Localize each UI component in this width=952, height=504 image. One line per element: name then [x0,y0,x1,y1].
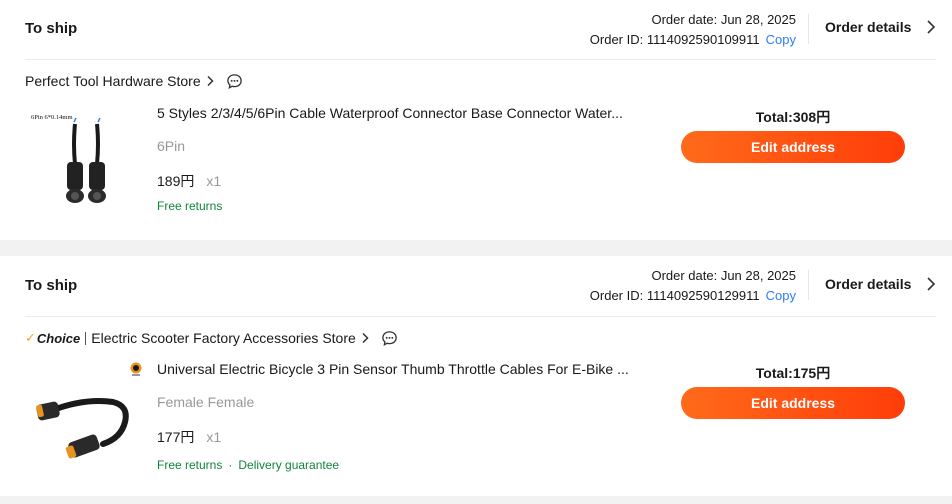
returns-badge: Free returns [157,199,223,213]
order-meta: Order date: Jun 28, 2025 Order ID: 11140… [590,266,796,306]
thumb-caption: 6Pin 6*0.14mm [31,114,73,121]
store-link[interactable]: ✓ Choice Electric Scooter Factory Accesso… [25,329,398,347]
order-id: Order ID: 1114092590129911 [589,288,760,303]
order-id: Order ID: 1114092590109911 [589,32,760,47]
product-quantity: x1 [206,429,222,445]
order-status: To ship [25,20,78,37]
price-row: 189円 x1 [157,171,221,191]
order-card: To ship Order date: Jun 28, 2025 Order I… [0,256,952,496]
order-status: To ship [25,277,78,294]
store-link[interactable]: Perfect Tool Hardware Store [25,72,243,90]
order-total: Total:308円 [755,109,831,125]
order-details-link[interactable]: Order details [825,276,939,292]
brand-logo-icon [130,362,142,376]
product-thumbnail[interactable] [25,360,140,475]
order-total: Total:175円 [755,365,831,381]
order-details-label: Order details [825,276,912,292]
product-price: 189円 [157,173,195,189]
store-name: Perfect Tool Hardware Store [25,73,201,89]
product-thumbnail[interactable]: 6Pin 6*0.14mm [25,104,140,219]
chevron-right-icon [927,20,936,34]
copy-order-id-button[interactable]: Copy [766,288,796,303]
store-name: Electric Scooter Factory Accessories Sto… [91,330,356,346]
divider [808,270,809,300]
separator-dot: · [228,458,233,472]
delivery-guarantee-label: Delivery guarantee [238,458,340,472]
product-variant: Female Female [157,394,255,410]
product-title-link[interactable]: 5 Styles 2/3/4/5/6Pin Cable Waterproof C… [157,105,637,121]
order-details-label: Order details [825,19,912,35]
product-variant: 6Pin [157,138,186,154]
check-icon: ✓ [25,330,36,345]
chevron-right-icon [207,75,214,87]
order-id-row: Order ID: 1114092590109911 Copy [590,30,796,50]
divider [25,316,936,317]
product-title-link[interactable]: Universal Electric Bicycle 3 Pin Sensor … [157,361,637,377]
divider [25,59,936,60]
chat-icon[interactable] [381,330,398,347]
order-id-row: Order ID: 1114092590129911 Copy [590,286,796,306]
returns-badge: Free returns · Delivery guarantee [157,458,339,472]
order-date: Order date: Jun 28, 2025 [651,12,796,27]
free-returns-label: Free returns [157,458,223,472]
order-details-link[interactable]: Order details [825,19,939,35]
order-date: Order date: Jun 28, 2025 [651,268,796,283]
chevron-right-icon [927,277,936,291]
choice-badge: ✓ Choice [25,330,80,346]
throttle-cable-image [25,360,140,475]
choice-label: Choice [36,330,81,346]
price-row: 177円 x1 [157,427,221,447]
order-meta: Order date: Jun 28, 2025 Order ID: 11140… [590,10,796,50]
product-price: 177円 [157,429,195,445]
edit-address-button[interactable]: Edit address [681,131,905,163]
product-quantity: x1 [206,173,222,189]
edit-address-button[interactable]: Edit address [681,387,905,419]
connector-cable-image: 6Pin 6*0.14mm [25,104,140,219]
copy-order-id-button[interactable]: Copy [766,32,796,47]
divider [85,331,87,345]
chevron-right-icon [362,332,369,344]
order-card: To ship Order date: Jun 28, 2025 Order I… [0,0,952,240]
chat-icon[interactable] [226,73,243,90]
divider [808,14,809,44]
